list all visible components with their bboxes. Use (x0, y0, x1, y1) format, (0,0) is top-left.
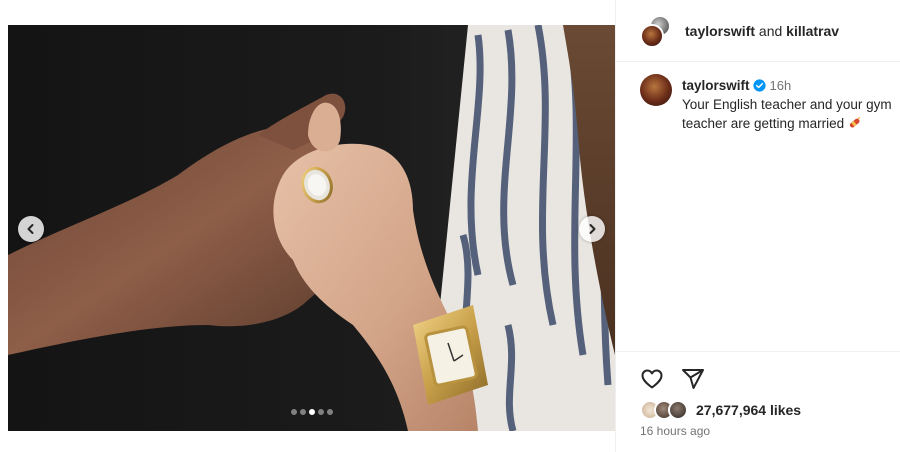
carousel-dot (317, 409, 324, 415)
carousel-indicator (8, 409, 615, 415)
post-photo (8, 25, 615, 431)
paper-plane-icon[interactable] (681, 367, 705, 391)
verified-badge-icon (752, 79, 766, 92)
post-media[interactable] (8, 25, 615, 431)
collab-avatars[interactable] (640, 15, 674, 49)
likes-count[interactable]: 27,677,964 likes (696, 402, 801, 418)
post-actions-area: 27,677,964 likes 16 hours ago (616, 351, 900, 452)
carousel-dot (326, 409, 333, 415)
username-link-collab[interactable]: killatrav (786, 23, 839, 39)
caption-body: taylorswift 16h Your English teacher and … (682, 76, 897, 133)
heart-icon[interactable] (640, 367, 664, 391)
action-bar (640, 367, 705, 391)
carousel-next-button[interactable] (579, 216, 605, 242)
post-dialog: taylorswift and killatrav taylorswift 16h… (8, 0, 900, 452)
liker-avatar (668, 400, 688, 420)
post-header: taylorswift and killatrav (616, 0, 900, 62)
post-side-panel: taylorswift and killatrav taylorswift 16h… (615, 0, 900, 452)
username-link-primary[interactable]: taylorswift (685, 23, 755, 39)
caption-time[interactable]: 16h (770, 78, 792, 93)
carousel-dot (290, 409, 297, 415)
caption-avatar[interactable] (640, 74, 672, 106)
avatar-taylorswift[interactable] (640, 24, 664, 48)
carousel-dot (308, 409, 315, 415)
posted-time[interactable]: 16 hours ago (640, 424, 710, 438)
carousel-prev-button[interactable] (18, 216, 44, 242)
likes-row: 27,677,964 likes (640, 400, 801, 420)
liker-avatars (640, 400, 694, 420)
caption-username[interactable]: taylorswift (682, 78, 750, 93)
collab-joiner: and (758, 23, 783, 39)
chevron-right-icon (589, 224, 596, 234)
carousel-dot (299, 409, 306, 415)
collab-usernames: taylorswift and killatrav (685, 23, 839, 39)
chevron-left-icon (27, 224, 34, 234)
party-popper-emoji-icon (850, 117, 861, 128)
